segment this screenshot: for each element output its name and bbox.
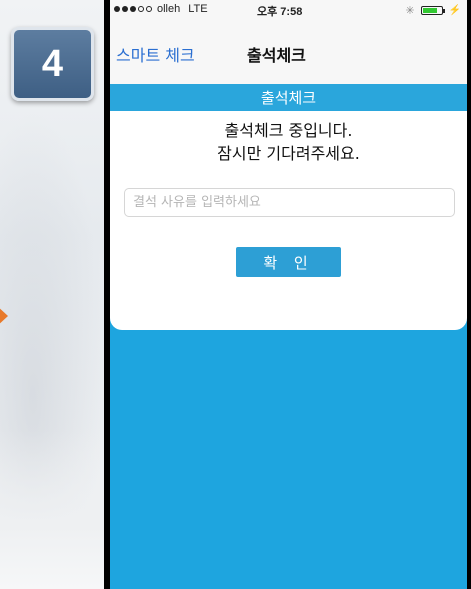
battery-fill [422,8,437,13]
status-time: 오후 7:58 [257,6,303,18]
network-type: LTE [188,3,208,15]
back-button[interactable]: 스마트 체크 [116,42,195,66]
battery-icon [420,6,445,15]
phone-screen: olleh LTE 오후 7:58 ✳ ⚡ 스마트 체크 출석체크 출석체크 출… [110,0,467,589]
page-title: 출석체크 [247,46,306,65]
charging-bolt-icon: ⚡ [448,5,461,16]
signal-dot-icon [114,6,120,12]
pointer-arrow-right-icon [0,305,8,327]
signal-and-carrier: olleh LTE [114,3,208,15]
status-indicators: ✳ ⚡ [405,4,461,17]
phone-frame: olleh LTE 오후 7:58 ✳ ⚡ 스마트 체크 출석체크 출석체크 출… [104,0,471,589]
carrier-name: olleh [157,3,181,15]
step-number-badge: 4 [11,27,94,101]
signal-dot-empty-icon [138,6,144,12]
background-ground [0,430,110,589]
confirm-button[interactable]: 확 인 [236,247,341,277]
signal-dot-icon [122,6,128,12]
status-message-line2: 잠시만 기다려주세요. [217,144,360,163]
section-header: 출석체크 [110,84,467,111]
status-bar: olleh LTE 오후 7:58 ✳ ⚡ [110,0,467,22]
status-message-line1: 출석체크 중입니다. [224,121,353,140]
absence-reason-input[interactable] [124,188,455,217]
status-message: 출석체크 중입니다. 잠시만 기다려주세요. [110,119,467,165]
navigation-bar: 스마트 체크 출석체크 [110,22,467,85]
signal-dot-empty-icon [146,6,152,12]
attendance-card: 출석체크 중입니다. 잠시만 기다려주세요. 확 인 [110,111,467,330]
bluetooth-icon: ✳ [405,5,415,17]
signal-dot-icon [130,6,136,12]
